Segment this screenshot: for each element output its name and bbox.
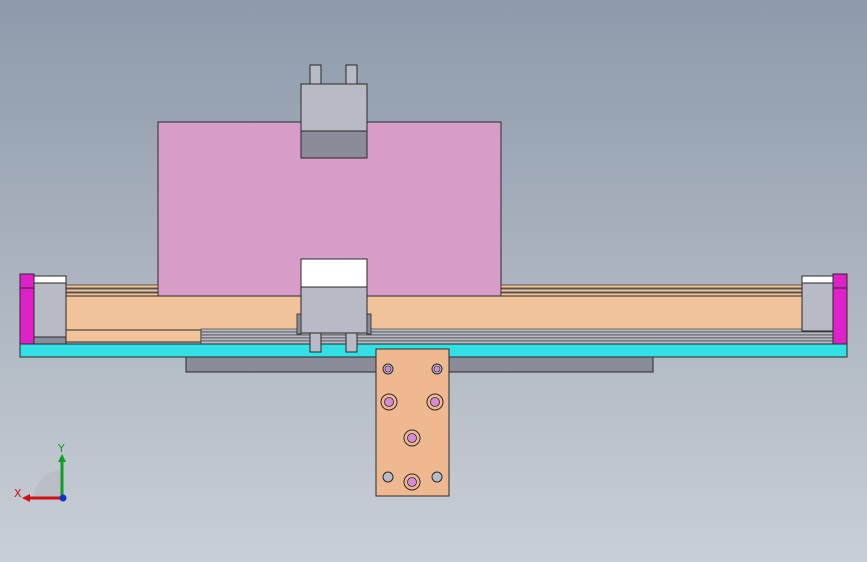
z-axis-dot [59,494,67,502]
rail-guide-lines-left [65,284,159,297]
bracket-counterbore-bottom [403,473,421,491]
bracket-hole-bottom-right [431,471,443,483]
bracket-counterbore-left [380,393,398,411]
bracket-hole-top-left [382,363,394,375]
assembly-view[interactable] [0,0,867,562]
bracket-counterbore-center [403,429,421,447]
bracket-hole-top-right [431,363,443,375]
triad-plane-icon [34,470,62,498]
lower-fitting-left [309,332,322,353]
rail-guide-lines-right [500,284,803,297]
bracket-hole-bottom-left [382,471,394,483]
cad-viewport[interactable]: Y X [0,0,867,562]
upper-fitting-right [345,64,358,85]
linear-rail-body[interactable] [63,295,803,331]
left-end-cap[interactable] [19,273,67,345]
upper-fitting-left [309,64,322,85]
lower-rail-stack [200,328,834,345]
y-axis-head [58,454,66,462]
y-axis-label: Y [57,442,65,455]
coordinate-triad[interactable]: Y X [10,440,80,510]
linear-rail-lower-left [63,329,202,343]
x-axis-head [22,494,30,502]
bracket-counterbore-right [426,393,444,411]
x-axis-label: X [14,487,22,500]
mounting-bracket[interactable] [375,348,450,497]
lower-fitting-right [345,332,358,353]
